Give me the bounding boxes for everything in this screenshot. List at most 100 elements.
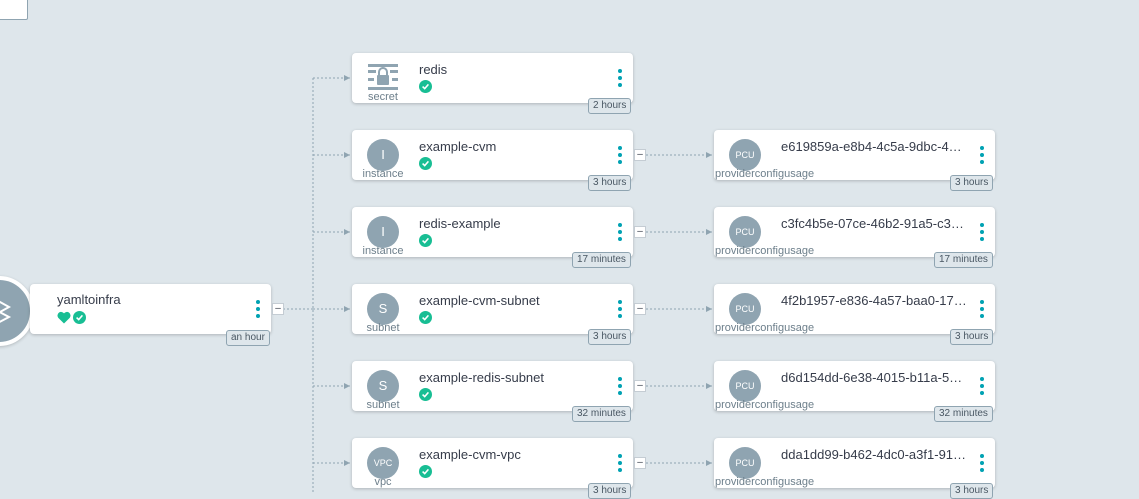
resource-tree-canvas[interactable]: yamltoinfra an hour – secret redis 2 hours… (0, 0, 1139, 499)
app-status (57, 311, 86, 324)
resource-status (419, 234, 432, 247)
usage-menu-button[interactable] (978, 377, 986, 395)
resource-kind-icon: VPC (367, 447, 399, 479)
usage-age-badge: 32 minutes (934, 406, 993, 422)
resource-name: example-redis-subnet (419, 370, 545, 385)
resource-status (419, 311, 432, 324)
usage-kind-label: providerconfigusage (715, 476, 815, 488)
resource-name: example-cvm-vpc (419, 447, 521, 462)
usage-menu-button[interactable] (978, 146, 986, 164)
edge-arrow (344, 306, 350, 312)
usage-kind-label: providerconfigusage (715, 168, 815, 180)
resource-kind-label: secret (368, 91, 398, 103)
resource-collapse-toggle[interactable]: – (634, 149, 646, 161)
usage-node[interactable]: PCU providerconfigusage c3fc4b5e-07ce-46b2… (714, 207, 995, 257)
usage-name: d6d154dd-6e38-4015-b11a-5… (781, 370, 963, 385)
usage-kind-label: providerconfigusage (715, 245, 815, 257)
resource-collapse-toggle[interactable]: – (634, 380, 646, 392)
resource-node[interactable]: Ssubnet example-cvm-subnet (352, 284, 633, 334)
resource-kind-label: vpc (374, 476, 392, 488)
usage-name: c3fc4b5e-07ce-46b2-91a5-c3… (781, 216, 964, 231)
usage-age-badge: 17 minutes (934, 252, 993, 268)
edge-arrow (344, 229, 350, 235)
resource-kind-icon: I (367, 139, 399, 171)
synced-check-icon (419, 465, 432, 478)
app-menu-button[interactable] (254, 300, 262, 318)
synced-check-icon (419, 80, 432, 93)
resource-kind-label: instance (362, 168, 404, 180)
resource-age-badge: 3 hours (588, 329, 632, 345)
application-icon (0, 276, 34, 346)
edge-arrow (706, 460, 712, 466)
usage-kind-icon: PCU (729, 139, 761, 171)
resource-kind-label: subnet (366, 322, 400, 334)
edge-arrow (706, 152, 712, 158)
usage-name: 4f2b1957-e836-4a57-baa0-17… (781, 293, 967, 308)
resource-kind-icon: S (367, 293, 399, 325)
usage-node[interactable]: PCU providerconfigusage d6d154dd-6e38-4015… (714, 361, 995, 411)
resource-menu-button[interactable] (616, 146, 624, 164)
usage-age-badge: 3 hours (950, 175, 994, 191)
usage-kind-icon: PCU (729, 447, 761, 479)
usage-node[interactable]: PCU providerconfigusage dda1dd99-b462-4dc0… (714, 438, 995, 488)
synced-check-icon (419, 311, 432, 324)
edge-arrow (344, 152, 350, 158)
resource-collapse-toggle[interactable]: – (634, 457, 646, 469)
resource-node[interactable]: Iinstance redis-example (352, 207, 633, 257)
edge-arrow (706, 229, 712, 235)
resource-age-badge: 3 hours (588, 175, 632, 191)
usage-kind-icon: PCU (729, 293, 761, 325)
health-heart-icon (57, 311, 71, 324)
edge-arrow (706, 383, 712, 389)
app-age-badge: an hour (226, 330, 270, 346)
usage-kind-icon: PCU (729, 370, 761, 402)
resource-age-badge: 17 minutes (572, 252, 631, 268)
resource-age-badge: 3 hours (588, 483, 632, 499)
edge-arrow (344, 460, 350, 466)
usage-kind-label: providerconfigusage (715, 322, 815, 334)
resource-collapse-toggle[interactable]: – (634, 226, 646, 238)
resource-node[interactable]: Ssubnet example-redis-subnet (352, 361, 633, 411)
app-node[interactable]: yamltoinfra (30, 284, 271, 334)
resource-node[interactable]: secret redis (352, 53, 633, 103)
resource-age-badge: 32 minutes (572, 406, 631, 422)
usage-kind-label: providerconfigusage (715, 399, 815, 411)
resource-menu-button[interactable] (616, 69, 624, 87)
edge-arrow (344, 75, 350, 81)
usage-age-badge: 3 hours (950, 329, 994, 345)
resource-kind-icon: I (367, 216, 399, 248)
usage-kind-icon: PCU (729, 216, 761, 248)
resource-name: redis-example (419, 216, 501, 231)
resource-status (419, 80, 432, 93)
usage-node[interactable]: PCU providerconfigusage e619859a-e8b4-4c5a… (714, 130, 995, 180)
panel-corner (0, 0, 28, 20)
resource-collapse-toggle[interactable]: – (634, 303, 646, 315)
resource-menu-button[interactable] (616, 300, 624, 318)
resource-status (419, 388, 432, 401)
app-collapse-toggle[interactable]: – (272, 303, 284, 315)
usage-age-badge: 3 hours (950, 483, 994, 499)
edge-arrow (344, 383, 350, 389)
resource-name: redis (419, 62, 448, 77)
resource-menu-button[interactable] (616, 454, 624, 472)
usage-menu-button[interactable] (978, 454, 986, 472)
edge-arrow (706, 306, 712, 312)
synced-check-icon (419, 157, 432, 170)
resource-menu-button[interactable] (616, 223, 624, 241)
resource-kind-label: instance (362, 245, 404, 257)
resource-kind-icon: S (367, 370, 399, 402)
resource-menu-button[interactable] (616, 377, 624, 395)
usage-menu-button[interactable] (978, 223, 986, 241)
usage-menu-button[interactable] (978, 300, 986, 318)
resource-kind-label: subnet (366, 399, 400, 411)
usage-node[interactable]: PCU providerconfigusage 4f2b1957-e836-4a57… (714, 284, 995, 334)
app-name: yamltoinfra (57, 292, 121, 307)
usage-name: e619859a-e8b4-4c5a-9dbc-4… (781, 139, 962, 154)
resource-name: example-cvm (419, 139, 497, 154)
resource-node[interactable]: VPC vpc example-cvm-vpc (352, 438, 633, 488)
layers-icon (0, 300, 12, 323)
usage-name: dda1dd99-b462-4dc0-a3f1-91… (781, 447, 967, 462)
synced-check-icon (419, 234, 432, 247)
resource-node[interactable]: Iinstance example-cvm (352, 130, 633, 180)
resource-age-badge: 2 hours (588, 98, 632, 114)
